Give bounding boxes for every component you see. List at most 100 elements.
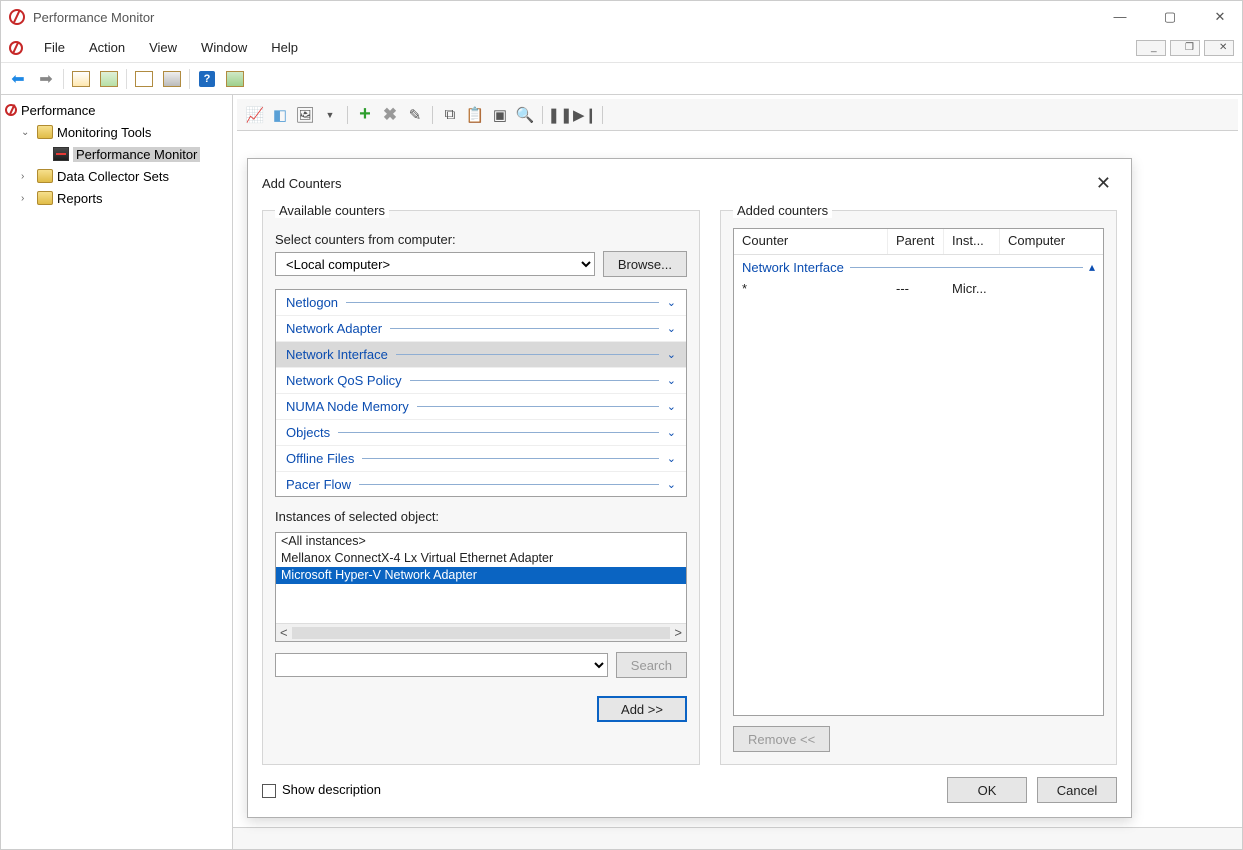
mdi-restore-button[interactable]: ❐ xyxy=(1170,40,1200,56)
update-icon[interactable]: ▶❙ xyxy=(575,105,595,125)
browse-button[interactable]: Browse... xyxy=(603,251,687,277)
freeze-icon[interactable]: ❚❚ xyxy=(550,105,570,125)
collapse-icon[interactable]: ⌄ xyxy=(21,127,33,138)
instances-list[interactable]: <All instances>Mellanox ConnectX-4 Lx Vi… xyxy=(275,532,687,642)
added-counters-group: Added counters Counter Parent Inst... Co… xyxy=(720,203,1117,765)
counter-item[interactable]: Network Adapter⌄ xyxy=(276,316,686,342)
chevron-down-icon[interactable]: ⌄ xyxy=(667,478,676,491)
chart-toolbar: 📈 ◧ 🖼 ▼ + ✖ ✎ ⧉ 📋 ▣ 🔍 ❚❚ ▶❙ xyxy=(237,99,1238,131)
add-counter-icon[interactable]: + xyxy=(355,105,375,125)
view-report-icon[interactable]: 🖼 xyxy=(295,105,315,125)
counter-list[interactable]: Netlogon⌄Network Adapter⌄Network Interfa… xyxy=(275,289,687,497)
mdi-close-button[interactable]: ✕ xyxy=(1204,40,1234,56)
counter-item[interactable]: Network QoS Policy⌄ xyxy=(276,368,686,394)
show-hide-tree-icon[interactable] xyxy=(70,68,92,90)
tree-node-performance-monitor[interactable]: Performance Monitor xyxy=(3,143,230,165)
view-chart-icon[interactable]: 📈 xyxy=(245,105,265,125)
cell-instance: Micr... xyxy=(944,279,1000,301)
menu-file[interactable]: File xyxy=(34,38,75,57)
chevron-down-icon[interactable]: ⌄ xyxy=(667,452,676,465)
help-icon[interactable]: ? xyxy=(196,68,218,90)
chevron-down-icon[interactable]: ⌄ xyxy=(667,348,676,361)
show-description-label: Show description xyxy=(282,782,381,797)
added-counters-table[interactable]: Counter Parent Inst... Computer Network … xyxy=(733,228,1104,716)
show-description-checkbox[interactable]: Show description xyxy=(262,782,381,798)
col-parent[interactable]: Parent xyxy=(888,229,944,254)
added-counters-legend: Added counters xyxy=(733,203,832,218)
instance-item[interactable]: Mellanox ConnectX-4 Lx Virtual Ethernet … xyxy=(276,550,686,567)
collapse-icon[interactable]: ▴ xyxy=(1089,260,1095,274)
properties-icon[interactable]: ▣ xyxy=(490,105,510,125)
highlight-icon[interactable]: ✎ xyxy=(405,105,425,125)
dialog-close-button[interactable]: ✕ xyxy=(1090,173,1117,194)
new-window-icon[interactable] xyxy=(133,68,155,90)
forward-icon[interactable] xyxy=(35,68,57,90)
instances-label: Instances of selected object: xyxy=(275,509,687,524)
line xyxy=(362,458,658,459)
zoom-icon[interactable]: 🔍 xyxy=(515,105,535,125)
expand-icon[interactable]: › xyxy=(21,171,33,182)
col-instance[interactable]: Inst... xyxy=(944,229,1000,254)
search-button[interactable]: Search xyxy=(616,652,687,678)
print-icon[interactable] xyxy=(161,68,183,90)
col-counter[interactable]: Counter xyxy=(734,229,888,254)
run-icon[interactable] xyxy=(224,68,246,90)
cell-parent: --- xyxy=(888,279,944,301)
search-field[interactable] xyxy=(275,653,608,677)
scroll-left-icon[interactable]: < xyxy=(280,625,288,640)
chevron-down-icon[interactable]: ⌄ xyxy=(667,374,676,387)
menu-window[interactable]: Window xyxy=(191,38,257,57)
minimize-button[interactable]: — xyxy=(1106,9,1134,25)
copy-icon[interactable]: ⧉ xyxy=(440,105,460,125)
maximize-button[interactable]: ▢ xyxy=(1156,9,1184,25)
dropdown-icon[interactable]: ▼ xyxy=(320,105,340,125)
counter-item[interactable]: Netlogon ⌄ xyxy=(276,290,686,316)
added-group-row[interactable]: Network Interface ▴ xyxy=(734,255,1103,279)
menu-view[interactable]: View xyxy=(139,38,187,57)
close-button[interactable]: ✕ xyxy=(1206,9,1234,25)
chevron-down-icon[interactable]: ⌄ xyxy=(667,322,676,335)
counter-item[interactable]: Pacer Flow⌄ xyxy=(276,472,686,497)
remove-button[interactable]: Remove << xyxy=(733,726,830,752)
expand-icon[interactable]: › xyxy=(21,193,33,204)
add-counters-dialog: Add Counters ✕ Available counters Select… xyxy=(247,158,1132,818)
view-histogram-icon[interactable]: ◧ xyxy=(270,105,290,125)
properties-icon[interactable] xyxy=(98,68,120,90)
checkbox-icon[interactable] xyxy=(262,784,276,798)
tree-node-performance[interactable]: Performance xyxy=(3,99,230,121)
line xyxy=(417,406,659,407)
ok-button[interactable]: OK xyxy=(947,777,1027,803)
available-counters-group: Available counters Select counters from … xyxy=(262,203,700,765)
back-icon[interactable] xyxy=(7,68,29,90)
added-counter-row[interactable]: * --- Micr... xyxy=(734,279,1103,301)
instance-item[interactable]: Microsoft Hyper-V Network Adapter xyxy=(276,567,686,584)
paste-icon[interactable]: 📋 xyxy=(465,105,485,125)
counter-item[interactable]: Objects⌄ xyxy=(276,420,686,446)
scroll-right-icon[interactable]: > xyxy=(674,625,682,640)
horizontal-scrollbar[interactable]: < > xyxy=(276,623,686,641)
tree-node-reports[interactable]: › Reports xyxy=(3,187,230,209)
menu-action[interactable]: Action xyxy=(79,38,135,57)
tree-label: Reports xyxy=(57,191,103,206)
cell-counter: * xyxy=(734,279,888,301)
tree-node-data-collector-sets[interactable]: › Data Collector Sets xyxy=(3,165,230,187)
chevron-down-icon[interactable]: ⌄ xyxy=(667,400,676,413)
counter-item[interactable]: Offline Files⌄ xyxy=(276,446,686,472)
cancel-button[interactable]: Cancel xyxy=(1037,777,1117,803)
menu-help[interactable]: Help xyxy=(261,38,308,57)
chevron-down-icon[interactable]: ⌄ xyxy=(667,296,676,309)
delete-counter-icon[interactable]: ✖ xyxy=(380,105,400,125)
add-button[interactable]: Add >> xyxy=(597,696,687,722)
counter-item[interactable]: NUMA Node Memory⌄ xyxy=(276,394,686,420)
line xyxy=(410,380,659,381)
scrollbar-track[interactable] xyxy=(292,627,671,639)
tree-node-monitoring-tools[interactable]: ⌄ Monitoring Tools xyxy=(3,121,230,143)
computer-select[interactable]: <Local computer> xyxy=(275,252,595,276)
col-computer[interactable]: Computer xyxy=(1000,229,1103,254)
mdi-minimize-button[interactable]: _ xyxy=(1136,40,1166,56)
chevron-down-icon[interactable]: ⌄ xyxy=(667,426,676,439)
counter-item[interactable]: Network Interface⌄ xyxy=(276,342,686,368)
counter-name: Netlogon xyxy=(286,295,338,310)
instance-item[interactable]: <All instances> xyxy=(276,533,686,550)
navigation-tree[interactable]: Performance ⌄ Monitoring Tools Performan… xyxy=(1,95,233,849)
